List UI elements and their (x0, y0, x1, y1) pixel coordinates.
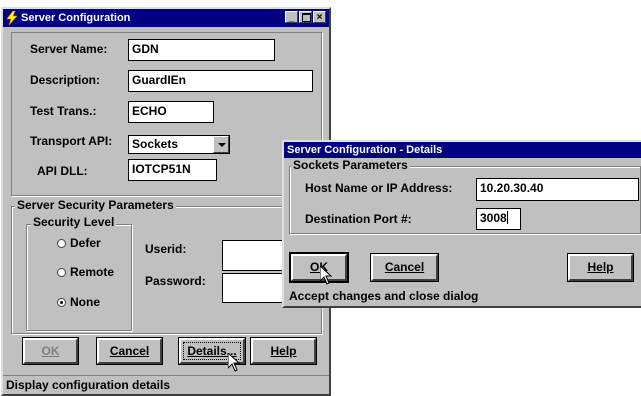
maximize-button[interactable] (299, 11, 312, 23)
server-name-input[interactable]: GDN (128, 39, 275, 61)
details-ok-button[interactable]: OK (289, 252, 349, 283)
details-status-text: Accept changes and close dialog (289, 289, 479, 303)
port-input[interactable]: 3008 (476, 208, 521, 230)
security-level-title: Security Level (31, 215, 117, 229)
api-dll-input[interactable]: IOTCP51N (128, 159, 217, 181)
window-title: Server Configuration (21, 12, 131, 24)
remote-label[interactable]: Remote (70, 265, 114, 279)
details-help-label: Help (587, 260, 614, 274)
status-bar: Display configuration details (3, 375, 329, 394)
chevron-down-icon[interactable] (213, 136, 229, 153)
details-help-button[interactable]: Help (567, 253, 634, 282)
minimize-button[interactable]: _ (285, 11, 298, 23)
test-trans-label: Test Trans.: (30, 104, 97, 118)
details-title-bar[interactable]: Server Configuration - Details (284, 142, 641, 158)
text-cursor (506, 211, 508, 224)
details-cancel-label: Cancel (384, 260, 425, 274)
close-icon: × (316, 12, 323, 23)
cancel-button[interactable]: Cancel (96, 337, 163, 365)
defer-label[interactable]: Defer (70, 236, 101, 250)
host-input[interactable]: 10.20.30.40 (476, 178, 639, 201)
ok-button[interactable]: OK (22, 337, 79, 365)
none-radio[interactable] (57, 298, 66, 307)
host-label: Host Name or IP Address: (305, 181, 453, 195)
details-cancel-button[interactable]: Cancel (370, 253, 439, 282)
port-value: 3008 (480, 211, 507, 225)
details-window: Server Configuration - Details Sockets P… (282, 140, 641, 308)
remote-radio[interactable] (57, 268, 66, 277)
maximize-icon (302, 13, 311, 22)
security-group-title: Server Security Parameters (15, 198, 176, 212)
server-name-label: Server Name: (30, 42, 108, 56)
mouse-pointer-icon (228, 353, 240, 372)
title-bar[interactable]: Server Configuration _ × (3, 9, 329, 27)
transport-api-label: Transport API: (30, 134, 113, 148)
help-button[interactable]: Help (250, 337, 317, 365)
none-label[interactable]: None (70, 295, 100, 309)
sockets-group-title: Sockets Parameters (291, 158, 410, 172)
userid-label: Userid: (145, 242, 187, 256)
cancel-button-label: Cancel (109, 344, 150, 358)
close-button[interactable]: × (313, 11, 326, 23)
description-input[interactable]: GuardIEn (128, 70, 313, 92)
mouse-pointer-icon (320, 266, 332, 285)
transport-api-value: Sockets (132, 137, 179, 151)
defer-radio[interactable] (57, 239, 66, 248)
port-label: Destination Port #: (305, 212, 412, 226)
transport-api-select[interactable]: Sockets (128, 135, 230, 154)
help-button-label: Help (270, 344, 297, 358)
details-window-title: Server Configuration - Details (287, 144, 443, 156)
password-label: Password: (145, 274, 206, 288)
api-dll-label: API DLL: (37, 164, 88, 178)
description-label: Description: (30, 73, 101, 87)
test-trans-input[interactable]: ECHO (128, 101, 214, 123)
lightning-app-icon (6, 11, 18, 25)
ok-button-label: OK (41, 344, 60, 358)
